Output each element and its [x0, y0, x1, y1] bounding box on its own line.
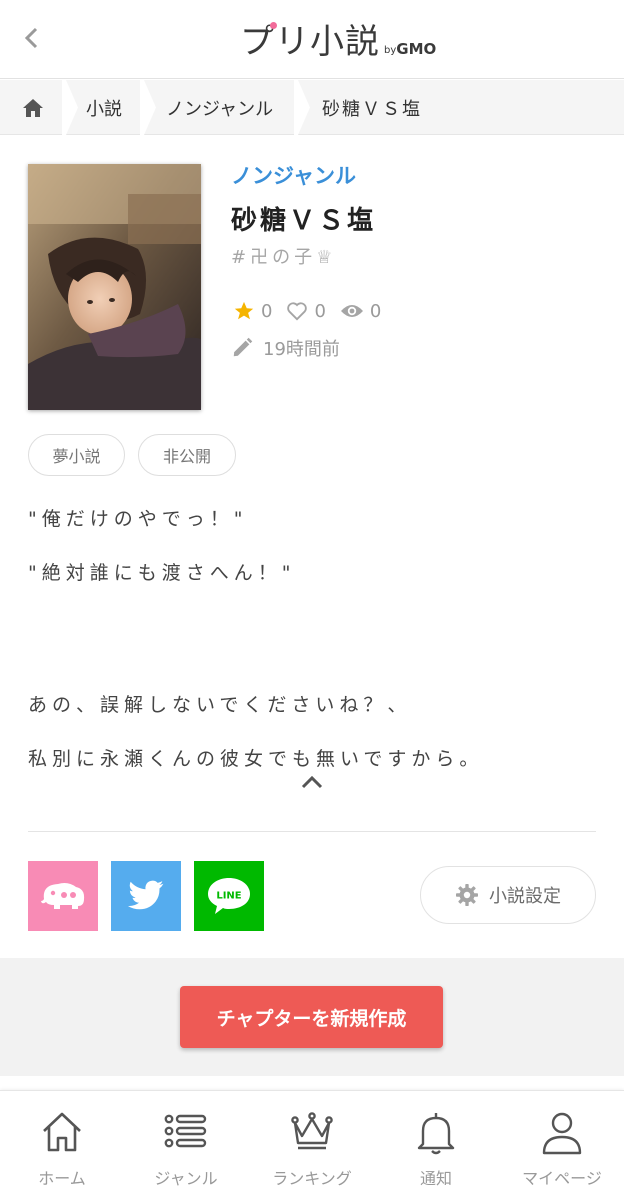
nav-item-home[interactable]: ホーム: [0, 1091, 124, 1202]
breadcrumb-item-current: 砂糖ＶＳ塩: [322, 98, 422, 120]
crown-icon: [291, 1112, 333, 1150]
updated-time: 19時間前: [263, 339, 340, 360]
novel-title: 砂糖ＶＳ塩: [231, 206, 377, 236]
breadcrumb-separator: [62, 80, 78, 135]
chevron-left-icon: [24, 27, 38, 49]
tag-dream-novel[interactable]: 夢小説: [28, 434, 125, 476]
pencil-icon: [233, 337, 253, 357]
app-header: プリ小説 by GMO: [0, 0, 624, 79]
star-icon: [234, 301, 254, 320]
breadcrumb-separator: [294, 80, 310, 135]
nav-label-genre: ジャンル: [154, 1169, 218, 1188]
nav-item-genre[interactable]: ジャンル: [124, 1091, 248, 1202]
like-count: 0: [286, 300, 326, 322]
create-chapter-area: チャプターを新規作成: [0, 958, 624, 1076]
bell-icon: [417, 1113, 455, 1155]
nav-item-notification[interactable]: 通知: [374, 1091, 498, 1202]
nav-item-ranking[interactable]: ランキング: [250, 1091, 374, 1202]
novel-cover-image[interactable]: [28, 164, 201, 410]
share-app-button[interactable]: [28, 861, 98, 931]
share-twitter-button[interactable]: [111, 861, 181, 931]
eye-icon: [340, 305, 363, 317]
description-line: あの、誤解しないでくださいね？、: [28, 694, 412, 716]
heart-icon: [287, 302, 308, 321]
list-icon: [164, 1114, 207, 1148]
gear-icon: [456, 884, 478, 906]
novel-settings-label: 小説設定: [489, 886, 561, 907]
share-line-button[interactable]: LINE: [194, 861, 264, 931]
collapse-description-button[interactable]: [298, 770, 326, 794]
twitter-icon: [127, 880, 164, 910]
novel-hashtag[interactable]: #卍の子♕: [231, 243, 336, 269]
view-count-value: 0: [369, 300, 382, 322]
home-icon: [43, 1112, 81, 1152]
section-divider: [28, 831, 596, 832]
novel-genre-link[interactable]: ノンジャンル: [231, 160, 356, 190]
breadcrumb: 小説 ノンジャンル 砂糖ＶＳ塩: [0, 80, 624, 135]
star-count-value: 0: [261, 300, 273, 322]
novel-updated: 19時間前: [231, 335, 340, 361]
elephant-icon: [41, 883, 85, 909]
logo-accent-dot: [270, 22, 277, 29]
back-button[interactable]: [14, 20, 50, 56]
home-icon: [23, 98, 43, 117]
star-count: 0: [233, 300, 272, 322]
novel-settings-button[interactable]: 小説設定: [420, 866, 596, 924]
line-icon: LINE: [208, 878, 250, 914]
logo-text: プリ小説: [240, 22, 380, 62]
breadcrumb-item-genre[interactable]: ノンジャンル: [166, 80, 273, 135]
breadcrumb-item-novel[interactable]: 小説: [86, 80, 122, 135]
nav-label-home: ホーム: [38, 1169, 86, 1188]
nav-label-mypage: マイページ: [522, 1169, 602, 1188]
like-count-value: 0: [314, 300, 326, 322]
nav-label-notification: 通知: [419, 1169, 452, 1188]
nav-label-ranking: ランキング: [272, 1169, 352, 1188]
view-count: 0: [340, 301, 381, 322]
breadcrumb-home[interactable]: [22, 80, 48, 135]
bottom-navigation: ホーム ジャンル ランキング 通知 マイページ: [0, 1090, 624, 1202]
breadcrumb-separator: [140, 80, 156, 135]
logo-gmo: GMO: [396, 40, 437, 58]
chevron-up-icon: [301, 775, 323, 789]
user-icon: [542, 1112, 582, 1155]
description-line: "俺だけのやでっ！": [28, 508, 248, 530]
create-chapter-button[interactable]: チャプターを新規作成: [180, 986, 443, 1048]
line-icon-label: LINE: [216, 891, 241, 902]
novel-stats: 0 0 0: [233, 296, 395, 326]
tag-private[interactable]: 非公開: [138, 434, 236, 476]
nav-item-mypage[interactable]: マイページ: [500, 1091, 624, 1202]
logo-by: by: [384, 45, 397, 56]
description-line: 私別に永瀬くんの彼女でも無いですから。: [28, 748, 484, 770]
description-line: "絶対誰にも渡さへん！": [28, 562, 296, 584]
